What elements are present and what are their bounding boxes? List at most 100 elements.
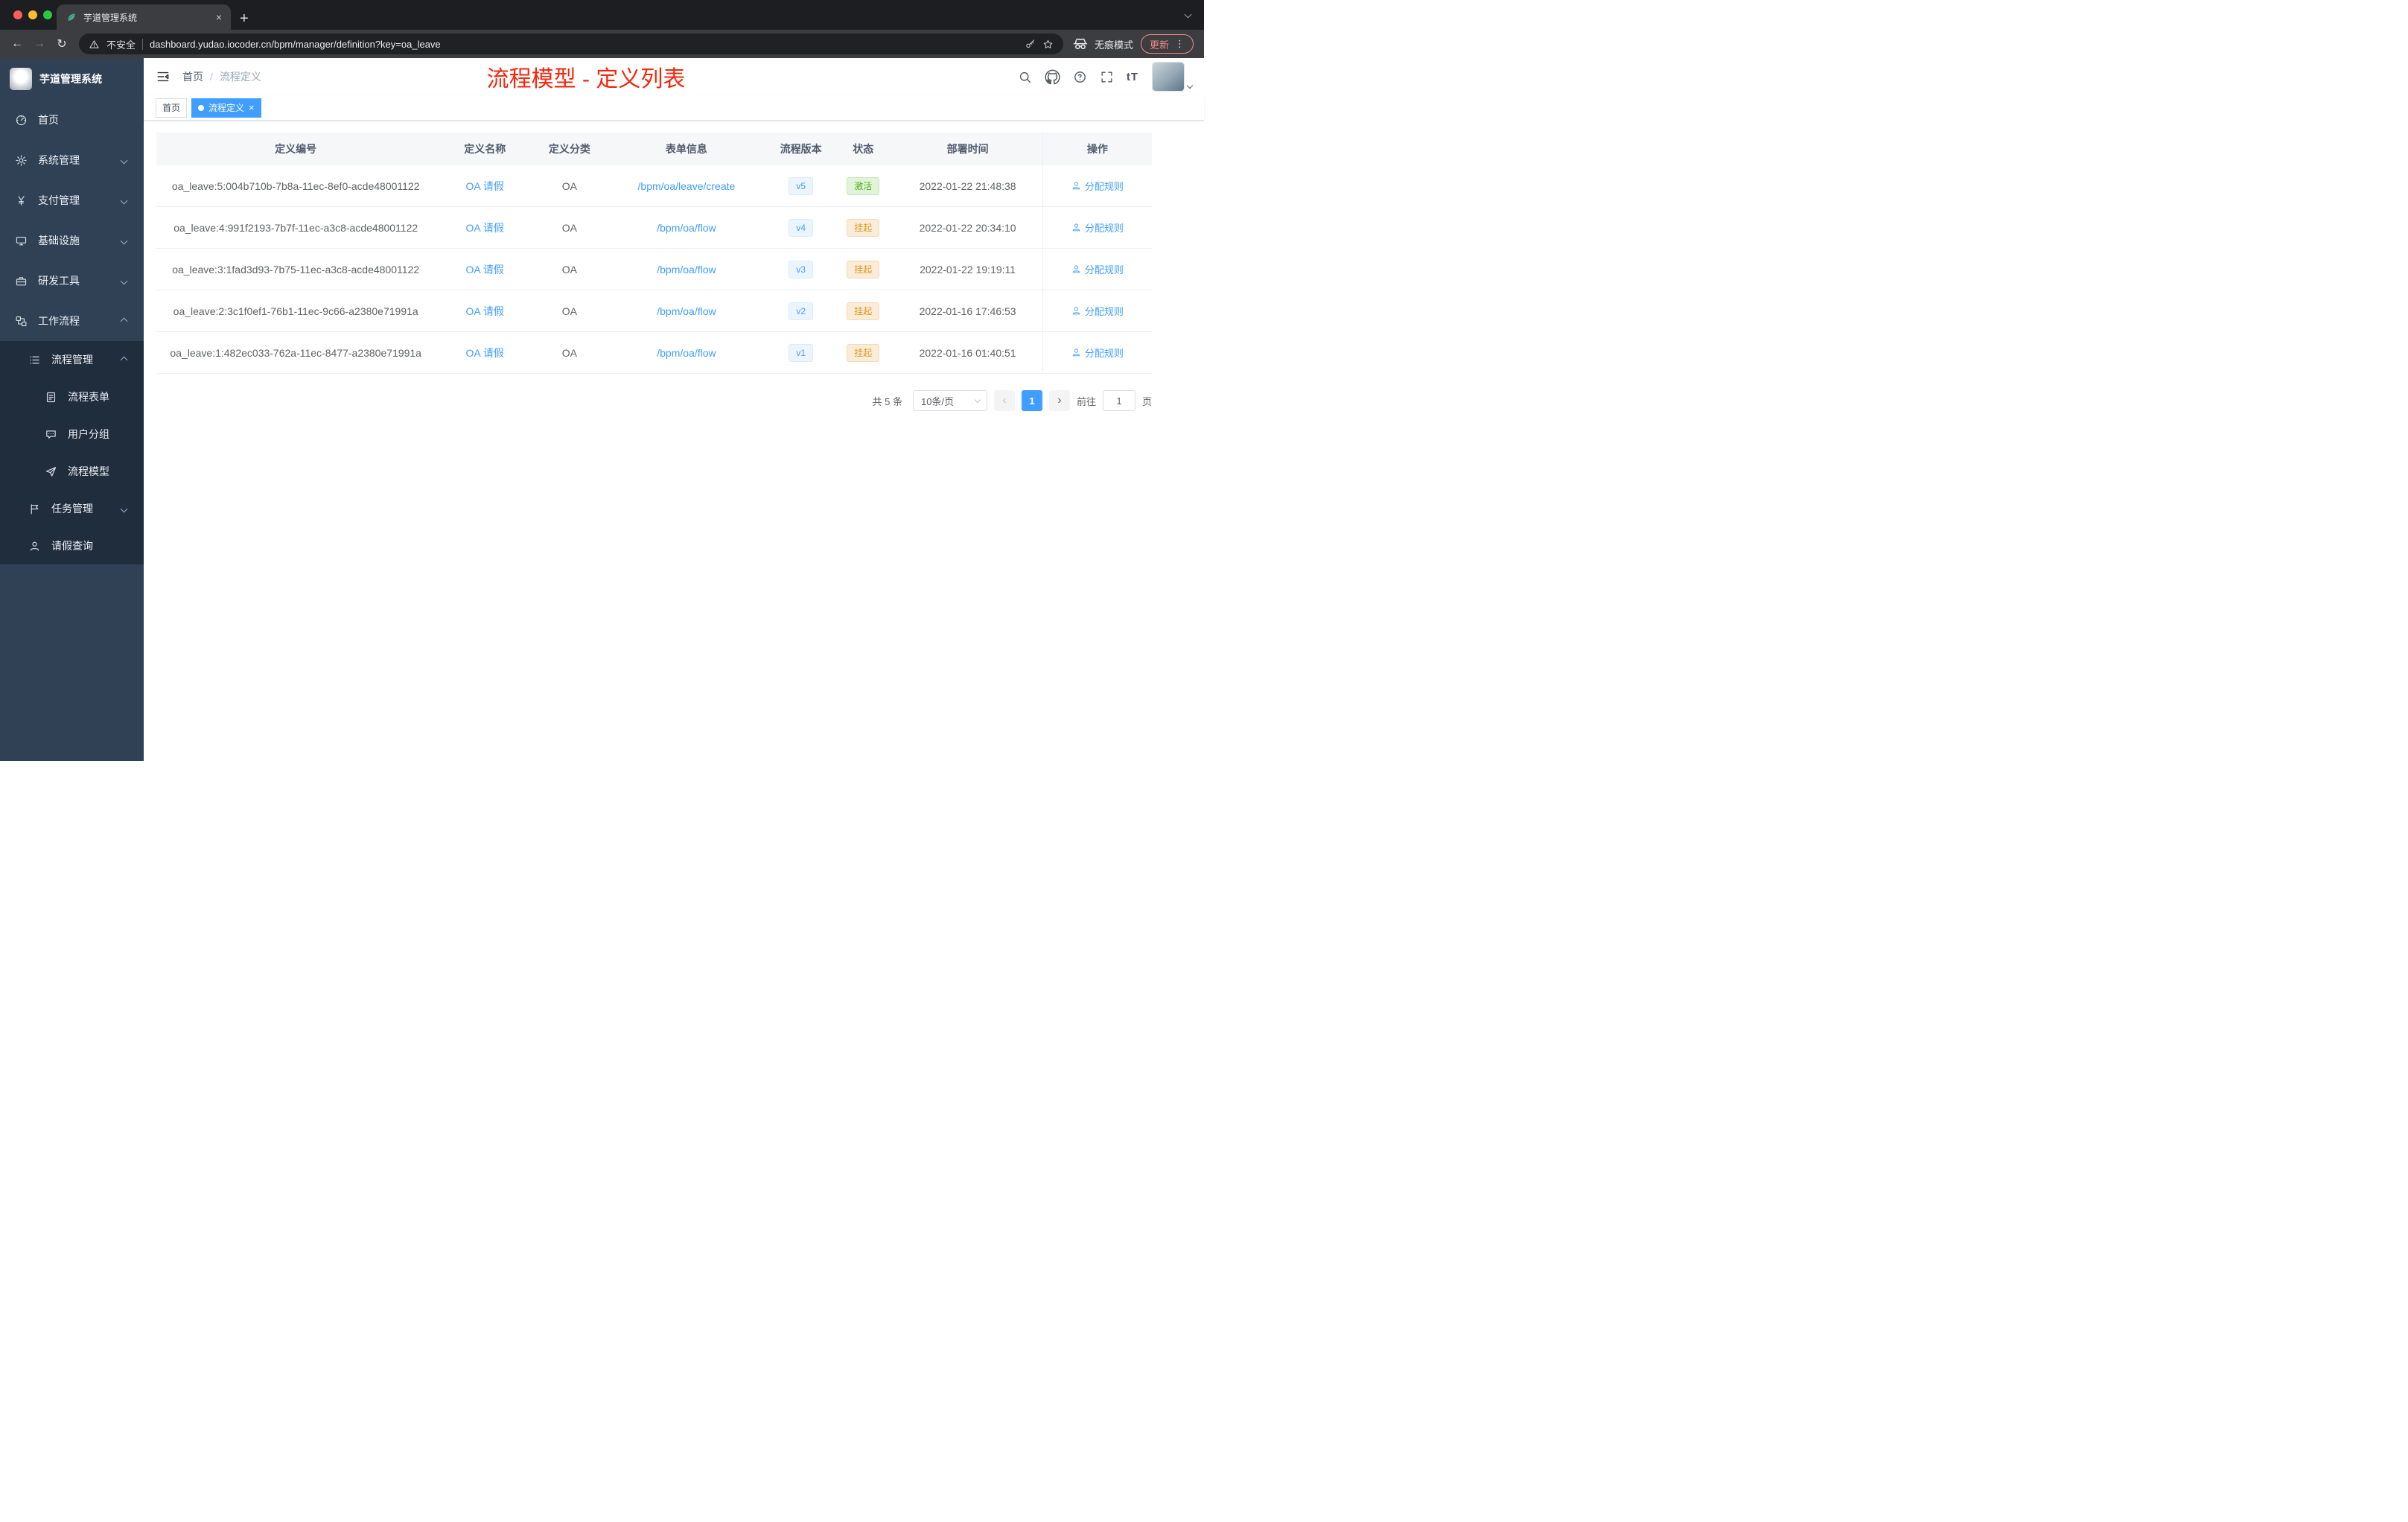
definition-id: oa_leave:5:004b710b-7b8a-11ec-8ef0-acde4…	[171, 179, 420, 192]
sidebar-item-devtools[interactable]: 研发工具	[0, 261, 144, 301]
table-row: oa_leave:1:482ec033-762a-11ec-8477-a2380…	[156, 332, 1152, 374]
window-zoom-button[interactable]	[43, 10, 52, 19]
deploy-time: 2022-01-16 01:40:51	[919, 346, 1016, 359]
definition-name-link[interactable]: OA 请假	[466, 346, 504, 360]
sidebar-item-process-form[interactable]: 流程表单	[0, 378, 144, 415]
definition-name-link[interactable]: OA 请假	[466, 220, 504, 235]
sidebar-item-label: 用户分组	[68, 428, 109, 440]
list-icon	[28, 354, 41, 366]
breadcrumb: 首页 / 流程定义	[182, 69, 261, 84]
page-size-select[interactable]: 10条/页	[912, 390, 987, 411]
sidebar-item-label: 基础设施	[38, 235, 80, 246]
address-bar[interactable]: 不安全 dashboard.yudao.iocoder.cn/bpm/manag…	[79, 34, 1063, 54]
font-size-icon[interactable]: tT	[1127, 71, 1138, 83]
page-number-button[interactable]: 1	[1021, 390, 1042, 411]
definition-category: OA	[561, 346, 577, 359]
user-icon	[1071, 264, 1081, 274]
assign-rule-label: 分配规则	[1084, 348, 1124, 359]
fullscreen-icon[interactable]	[1100, 70, 1114, 84]
chevron-down-icon	[120, 505, 128, 512]
deploy-time: 2022-01-22 20:34:10	[919, 221, 1016, 234]
avatar-image	[1153, 63, 1184, 91]
deploy-time: 2022-01-22 21:48:38	[919, 179, 1016, 192]
deploy-time: 2022-01-16 17:46:53	[919, 305, 1016, 317]
form-info-link[interactable]: /bpm/oa/flow	[657, 264, 716, 276]
help-icon[interactable]	[1073, 70, 1087, 84]
user-avatar[interactable]	[1153, 63, 1194, 91]
forward-button[interactable]: →	[28, 33, 51, 55]
tag-process-definition[interactable]: 流程定义 ×	[191, 98, 261, 118]
sidebar-item-label: 流程模型	[68, 465, 109, 477]
chevron-down-icon	[1184, 10, 1192, 19]
browser-tab[interactable]: 芋道管理系统 ×	[57, 4, 231, 30]
form-icon	[45, 391, 57, 404]
assign-rule-label: 分配规则	[1084, 181, 1124, 192]
sidebar-item-task-manage[interactable]: 任务管理	[0, 490, 144, 527]
search-icon[interactable]	[1018, 70, 1032, 84]
assign-rule-link[interactable]: 分配规则	[1071, 346, 1124, 360]
app-window: 芋道管理系统 首页 系统管理 支付管理 基础设施 研发工具 工作流程 流程管理 流程表单 用户分…	[0, 58, 1204, 761]
col-process-version: 流程版本	[780, 143, 822, 155]
chevron-up-icon	[120, 317, 128, 325]
chevron-down-icon	[120, 237, 128, 244]
github-icon[interactable]	[1045, 69, 1060, 85]
goto-page-input[interactable]	[1102, 390, 1135, 411]
tag-close-icon[interactable]: ×	[249, 103, 255, 112]
form-info-link[interactable]: /bpm/oa/leave/create	[638, 180, 736, 192]
user-icon	[1071, 348, 1081, 357]
prev-page-button[interactable]: ‹	[993, 390, 1015, 411]
assign-rule-label: 分配规则	[1084, 264, 1124, 276]
form-info-link[interactable]: /bpm/oa/flow	[657, 305, 716, 317]
definition-name-link[interactable]: OA 请假	[466, 304, 504, 319]
window-minimize-button[interactable]	[28, 10, 37, 19]
sidebar-fold-icon[interactable]	[156, 69, 171, 84]
assign-rule-link[interactable]: 分配规则	[1071, 220, 1124, 235]
col-actions: 操作	[1042, 133, 1152, 165]
browser-toolbar: ← → ↻ 不安全 dashboard.yudao.iocoder.cn/bpm…	[0, 30, 1204, 58]
user-icon	[1071, 223, 1081, 232]
assign-rule-label: 分配规则	[1084, 223, 1124, 234]
task-icon	[28, 503, 41, 515]
assign-rule-link[interactable]: 分配规则	[1071, 304, 1124, 318]
sidebar-item-process-model[interactable]: 流程模型	[0, 453, 144, 490]
next-page-button[interactable]: ›	[1048, 390, 1070, 411]
window-close-button[interactable]	[13, 10, 22, 19]
version-tag: v2	[789, 302, 813, 320]
sidebar-item-label: 请假查询	[51, 540, 93, 552]
tab-close-icon[interactable]: ×	[213, 11, 225, 23]
page-header: 首页 / 流程定义 流程模型 - 定义列表 tT	[144, 58, 1204, 95]
app-logo[interactable]: 芋道管理系统	[0, 58, 144, 100]
assign-rule-link[interactable]: 分配规则	[1071, 179, 1124, 193]
tab-search-button[interactable]	[1184, 7, 1192, 19]
form-info-link[interactable]: /bpm/oa/flow	[657, 347, 716, 359]
sidebar-item-workflow[interactable]: 工作流程	[0, 301, 144, 341]
browser-menu-kebab-icon[interactable]: ⋮	[1175, 38, 1185, 50]
sidebar-item-user-group[interactable]: 用户分组	[0, 415, 144, 453]
sidebar-item-infrastructure[interactable]: 基础设施	[0, 220, 144, 261]
sidebar-item-label: 工作流程	[38, 315, 80, 327]
sidebar-item-leave-query[interactable]: 请假查询	[0, 527, 144, 564]
version-tag: v4	[789, 218, 813, 237]
tag-home[interactable]: 首页	[156, 98, 188, 118]
user-icon	[1071, 181, 1081, 191]
incognito-icon	[1072, 36, 1089, 52]
new-tab-button[interactable]: +	[240, 11, 249, 26]
reload-button[interactable]: ↻	[51, 33, 73, 55]
form-info-link[interactable]: /bpm/oa/flow	[657, 222, 716, 234]
sidebar-item-payment[interactable]: 支付管理	[0, 180, 144, 220]
sidebar-menu: 首页 系统管理 支付管理基础设施研发工具工作流程流程管理 流程表单用户分组流程模型任务…	[0, 100, 144, 564]
assign-rule-link[interactable]: 分配规则	[1071, 262, 1124, 276]
sidebar-item-home[interactable]: 首页	[0, 100, 144, 140]
page-unit-label: 页	[1141, 395, 1152, 407]
bookmark-star-icon[interactable]	[1042, 39, 1054, 50]
definition-name-link[interactable]: OA 请假	[466, 262, 504, 277]
back-button[interactable]: ←	[6, 33, 28, 55]
breadcrumb-home[interactable]: 首页	[182, 69, 203, 84]
definition-category: OA	[561, 221, 577, 234]
sidebar-item-process-manage[interactable]: 流程管理	[0, 341, 144, 378]
update-button[interactable]: 更新 ⋮	[1140, 34, 1194, 54]
definition-name-link[interactable]: OA 请假	[466, 179, 504, 194]
person-icon	[28, 540, 41, 553]
sidebar-item-system[interactable]: 系统管理	[0, 140, 144, 180]
password-key-icon[interactable]	[1025, 39, 1036, 50]
